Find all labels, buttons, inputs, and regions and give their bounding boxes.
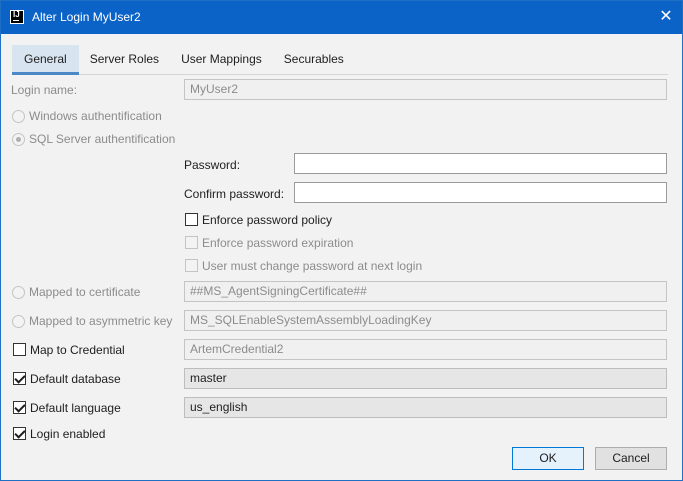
password-input[interactable]	[294, 153, 667, 174]
enforce-expiration-checkbox[interactable]	[185, 236, 198, 249]
login-enabled-checkbox[interactable]	[13, 427, 26, 440]
tab-securables[interactable]: Securables	[273, 45, 355, 75]
close-button[interactable]: ✕	[652, 3, 680, 31]
sql-auth-radio[interactable]	[12, 133, 25, 146]
must-change-label: User must change password at next login	[202, 259, 423, 273]
enforce-expiration-label: Enforce password expiration	[202, 236, 354, 250]
must-change-checkbox[interactable]	[185, 259, 198, 272]
windows-auth-label: Windows authentification	[29, 109, 162, 123]
login-name-field: MyUser2	[184, 79, 667, 100]
map-credential-field: ArtemCredential2	[184, 339, 667, 360]
sql-auth-label: SQL Server authentification	[29, 132, 176, 146]
mapped-asym-radio[interactable]	[12, 315, 25, 328]
dialog-window: Alter Login MyUser2 ✕ General Server Rol…	[0, 0, 683, 481]
cancel-button[interactable]: Cancel	[595, 447, 667, 470]
default-language-label: Default language	[30, 401, 121, 415]
mapped-asym-field: MS_SQLEnableSystemAssemblyLoadingKey	[184, 310, 667, 331]
window-title: Alter Login MyUser2	[32, 10, 141, 24]
tab-user-mappings[interactable]: User Mappings	[170, 45, 273, 75]
default-database-checkbox[interactable]	[13, 372, 26, 385]
tab-server-roles[interactable]: Server Roles	[79, 45, 170, 75]
default-language-checkbox[interactable]	[13, 401, 26, 414]
mapped-cert-label: Mapped to certificate	[29, 285, 141, 299]
login-name-label: Login name:	[11, 83, 78, 97]
enforce-policy-label: Enforce password policy	[202, 213, 333, 227]
password-label: Password:	[184, 158, 241, 172]
ok-button[interactable]: OK	[512, 447, 584, 470]
default-database-label: Default database	[30, 372, 121, 386]
mapped-asym-label: Mapped to asymmetric key	[29, 314, 173, 328]
confirm-password-label: Confirm password:	[184, 187, 285, 201]
mapped-cert-radio[interactable]	[12, 286, 25, 299]
mapped-cert-field: ##MS_AgentSigningCertificate##	[184, 281, 667, 302]
tab-bar: General Server Roles User Mappings Secur…	[12, 45, 668, 75]
enforce-policy-checkbox[interactable]	[185, 213, 198, 226]
map-credential-label: Map to Credential	[30, 343, 125, 357]
default-database-select[interactable]: master	[184, 368, 667, 389]
default-language-select[interactable]: us_english	[184, 397, 667, 418]
confirm-password-input[interactable]	[294, 182, 667, 203]
map-credential-checkbox[interactable]	[13, 343, 26, 356]
title-bar: Alter Login MyUser2 ✕	[1, 1, 682, 34]
tab-general[interactable]: General	[12, 45, 79, 75]
login-enabled-label: Login enabled	[30, 427, 106, 441]
windows-auth-radio[interactable]	[12, 110, 25, 123]
intellij-app-icon	[10, 10, 24, 24]
